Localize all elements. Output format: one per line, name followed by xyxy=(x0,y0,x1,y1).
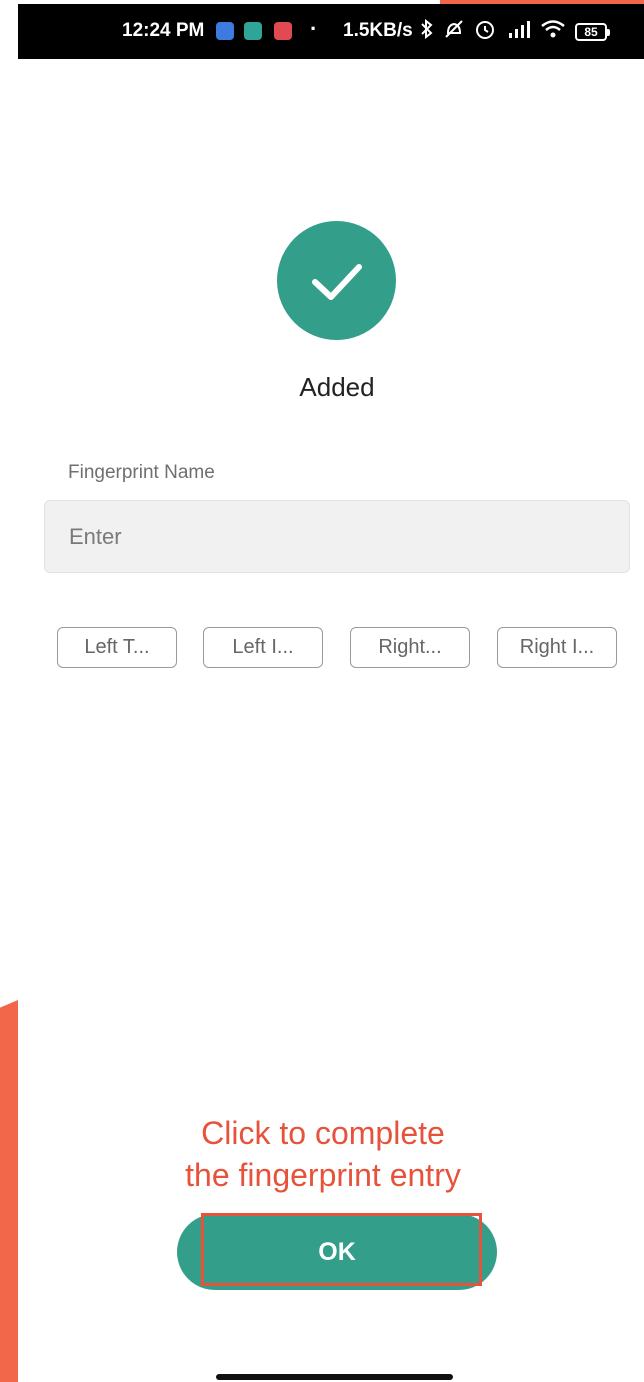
annotation-line-2: the fingerprint entry xyxy=(185,1157,461,1193)
fingerprint-name-label: Fingerprint Name xyxy=(68,462,215,483)
status-separator: · xyxy=(310,16,318,41)
home-indicator[interactable] xyxy=(216,1374,453,1380)
decorative-banner-left xyxy=(0,1000,18,1382)
bluetooth-icon xyxy=(420,18,434,45)
annotation-line-1: Click to complete xyxy=(201,1115,445,1151)
status-bar: 12:24 PM · 1.5KB/s 85 xyxy=(18,4,644,59)
success-check-badge xyxy=(277,221,396,340)
mute-icon xyxy=(443,19,465,45)
hd-signal-icon xyxy=(505,19,531,45)
network-speed: 1.5KB/s xyxy=(343,20,413,41)
preset-chip-right-index[interactable]: Right I... xyxy=(497,627,617,668)
alarm-icon xyxy=(474,18,496,46)
preset-chip-right-thumb[interactable]: Right... xyxy=(350,627,470,668)
app-notification-icon xyxy=(216,22,234,40)
instruction-annotation: Click to complete the fingerprint entry xyxy=(160,1112,486,1196)
battery-icon: 85 xyxy=(575,23,610,41)
app-notification-icon xyxy=(244,22,262,40)
preset-chip-left-thumb[interactable]: Left T... xyxy=(57,627,177,668)
ok-button[interactable]: OK xyxy=(177,1214,497,1290)
battery-level: 85 xyxy=(575,23,607,41)
checkmark-icon xyxy=(311,263,362,300)
added-status-title: Added xyxy=(299,372,375,402)
app-notification-icon xyxy=(274,22,292,40)
status-time: 12:24 PM xyxy=(122,20,205,41)
preset-chip-left-index[interactable]: Left I... xyxy=(203,627,323,668)
fingerprint-name-input[interactable] xyxy=(44,500,630,573)
wifi-icon xyxy=(540,19,566,45)
